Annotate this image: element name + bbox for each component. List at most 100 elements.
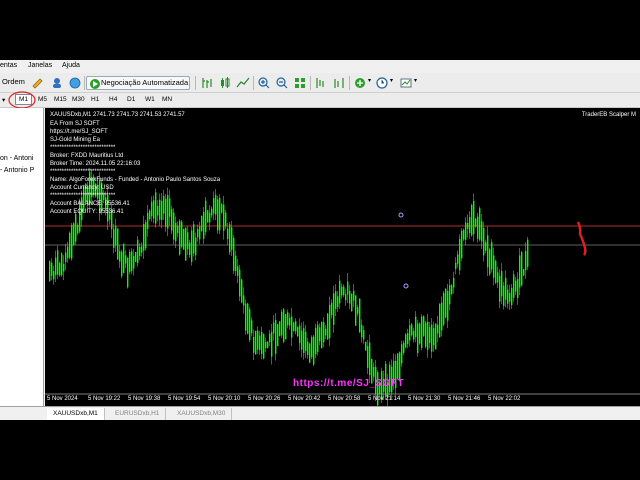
- candle: [323, 322, 325, 343]
- candle: [183, 228, 185, 250]
- period-w1[interactable]: W1: [145, 96, 155, 103]
- candle: [417, 323, 419, 354]
- candle: [327, 313, 329, 340]
- chart-tabs: XAUUSDxb,M1 EURUSDxb,H1 XAUUSDxb,M30: [45, 406, 640, 420]
- candle: [193, 224, 195, 254]
- info-line: EA From SJ SOFT: [50, 121, 100, 127]
- user-icon[interactable]: [50, 76, 64, 90]
- tile-windows-icon[interactable]: [293, 76, 307, 90]
- candle: [277, 324, 279, 347]
- candle: [241, 279, 243, 303]
- menu-item-janelas[interactable]: Janelas: [28, 62, 52, 69]
- period-h4[interactable]: H4: [109, 96, 117, 103]
- candle: [145, 222, 147, 249]
- candle: [347, 281, 349, 295]
- zoom-in-icon[interactable]: [257, 76, 271, 90]
- candle: [497, 272, 499, 283]
- candle: [513, 274, 515, 298]
- candle: [159, 199, 161, 220]
- candle: [331, 302, 333, 316]
- info-line: Account BALANCE: 95536.41: [50, 201, 130, 207]
- candle: [251, 320, 253, 334]
- price-chart[interactable]: XAUUSDxb,M1 2741.73 2741.73 2741.53 2741…: [45, 108, 640, 406]
- candle: [61, 253, 63, 276]
- candle: [491, 242, 493, 270]
- candle: [165, 198, 167, 227]
- candle: [185, 227, 187, 261]
- candle: [149, 210, 151, 220]
- trade-marker: [403, 283, 409, 289]
- period-m5[interactable]: M5: [38, 96, 47, 103]
- candle: [129, 252, 131, 272]
- order-button[interactable]: Ordem: [2, 77, 25, 86]
- candle: [177, 225, 179, 234]
- line-chart-icon[interactable]: [236, 76, 250, 90]
- candle: [161, 201, 163, 220]
- candle: [351, 293, 353, 312]
- candle: [219, 197, 221, 231]
- period-mn[interactable]: MN: [162, 96, 172, 103]
- zoom-out-icon[interactable]: [275, 76, 289, 90]
- clock-icon[interactable]: [375, 76, 389, 90]
- candle: [299, 325, 301, 344]
- candle: [253, 337, 255, 353]
- candle: [425, 322, 427, 347]
- candle: [465, 222, 467, 240]
- tab-xauusd-m1[interactable]: XAUUSDxb,M1: [47, 408, 105, 420]
- tab-xauusd-m30[interactable]: XAUUSDxb,M30: [171, 408, 233, 420]
- candle: [65, 252, 67, 262]
- candle: [479, 208, 481, 240]
- candle: [295, 321, 297, 332]
- navigator-account-item[interactable]: - Antonio P: [0, 167, 34, 174]
- candle: [527, 239, 529, 267]
- x-tick: 5 Nov 19:38: [128, 396, 161, 402]
- algo-trading-button[interactable]: Negociação Automatizada: [86, 76, 190, 90]
- candle: [509, 292, 511, 302]
- indicators-icon[interactable]: [353, 76, 367, 90]
- candle: [305, 331, 307, 351]
- menu-item-ajuda[interactable]: Ajuda: [62, 62, 80, 69]
- candle: [443, 292, 445, 325]
- chevron-down-icon[interactable]: ▾: [2, 96, 5, 104]
- candle: [55, 257, 57, 276]
- navigator-account-item[interactable]: on - Antoni: [0, 155, 33, 162]
- chevron-down-icon[interactable]: ▾: [368, 77, 371, 84]
- candles-canvas: [45, 167, 640, 406]
- pencil-icon[interactable]: [31, 76, 45, 90]
- candle: [189, 242, 191, 256]
- candle: [247, 303, 249, 334]
- template-icon[interactable]: [399, 76, 413, 90]
- globe-icon[interactable]: [68, 76, 82, 90]
- candle: [471, 205, 473, 236]
- candle: [117, 228, 119, 260]
- candle: [333, 293, 335, 325]
- candle: [459, 239, 461, 271]
- candle: [59, 262, 61, 276]
- chart-symbol-line: XAUUSDxb,M1 2741.73 2741.73 2741.53 2741…: [50, 112, 185, 118]
- menu-item-ferramentas[interactable]: entas: [0, 62, 17, 69]
- chevron-down-icon[interactable]: ▾: [414, 77, 417, 84]
- period-h1[interactable]: H1: [91, 96, 99, 103]
- candle: [399, 352, 401, 381]
- tab-eurusd-h1[interactable]: EURUSDxb,H1: [109, 408, 167, 420]
- chevron-down-icon[interactable]: ▾: [390, 77, 393, 84]
- period-m30[interactable]: M30: [72, 96, 85, 103]
- candle: [307, 341, 309, 355]
- period-m15[interactable]: M15: [54, 96, 67, 103]
- candle: [263, 334, 265, 359]
- candle: [67, 246, 69, 258]
- candle: [287, 312, 289, 326]
- period-d1[interactable]: D1: [127, 96, 135, 103]
- candle: [517, 278, 519, 299]
- candle: [131, 251, 133, 272]
- watermark-link: https://t.me/SJ_SOFT: [293, 378, 405, 389]
- candlestick-icon[interactable]: [218, 76, 232, 90]
- chart-shift-icon[interactable]: [315, 76, 329, 90]
- candle: [473, 200, 475, 235]
- autoscroll-icon[interactable]: [333, 76, 347, 90]
- candle: [265, 341, 267, 348]
- bar-chart-icon[interactable]: [200, 76, 214, 90]
- x-tick: 5 Nov 21:14: [368, 396, 401, 402]
- candle: [505, 277, 507, 300]
- candle: [267, 341, 269, 348]
